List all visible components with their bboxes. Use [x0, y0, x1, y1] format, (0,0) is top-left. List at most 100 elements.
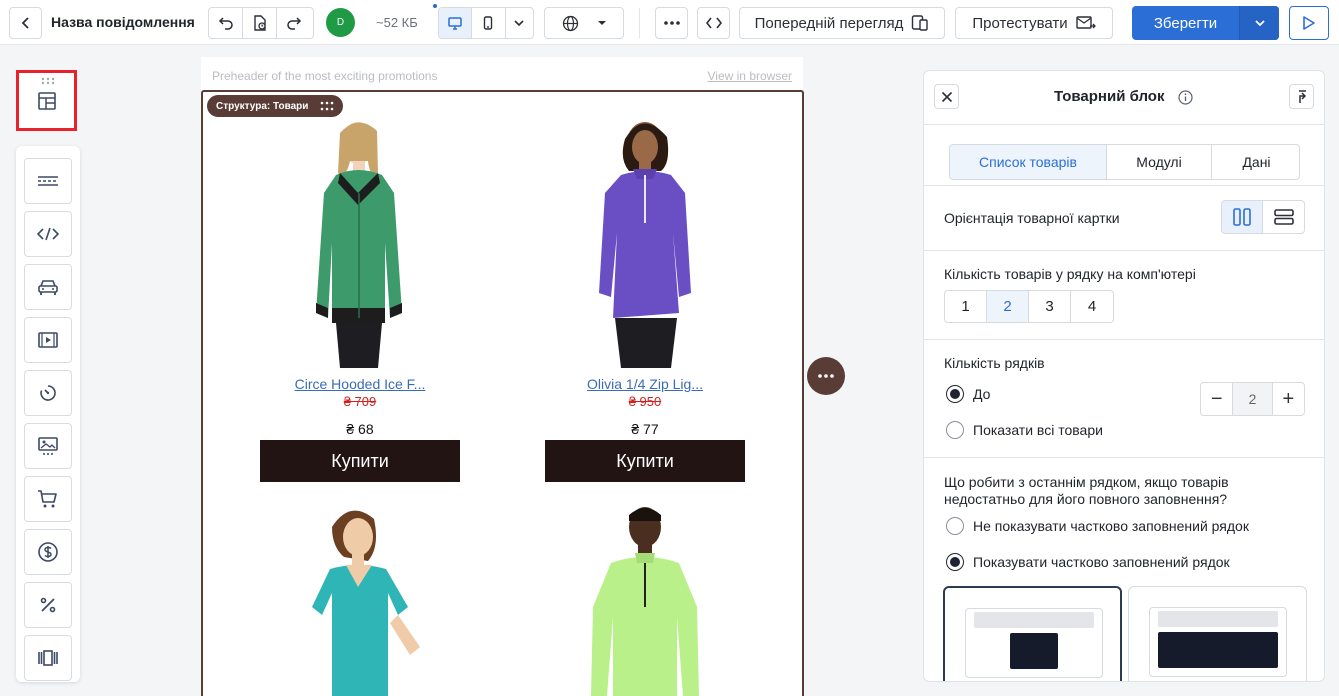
- more-actions-button[interactable]: [655, 7, 688, 39]
- structure-badge[interactable]: Структура: Товари: [207, 95, 343, 117]
- product-old-price: ₴ 950: [628, 394, 662, 409]
- product-name[interactable]: Olivia 1/4 Zip Lig...: [525, 376, 765, 392]
- close-panel-button[interactable]: [934, 84, 959, 109]
- top-toolbar: Назва повідомлення D ~52 КБ Попередній п…: [0, 0, 1339, 45]
- rows-upto-radio[interactable]: До: [946, 385, 990, 403]
- alignment-center-option[interactable]: [943, 586, 1122, 681]
- globe-icon: [562, 15, 578, 31]
- last-row-question: Що робити з останнім рядком, якщо товарі…: [944, 474, 1229, 507]
- close-icon: [941, 91, 952, 102]
- video-block[interactable]: [24, 317, 72, 363]
- message-size: ~52 КБ: [376, 15, 418, 30]
- vehicle-block[interactable]: [24, 264, 72, 310]
- per-row-option-1[interactable]: 1: [945, 291, 987, 322]
- section-divider: [924, 339, 1324, 340]
- undo-button[interactable]: [209, 8, 243, 38]
- video-icon: [38, 332, 58, 348]
- rows-all-radio[interactable]: Показати всі товари: [946, 421, 1103, 439]
- price-block[interactable]: [24, 529, 72, 575]
- message-title[interactable]: Назва повідомлення: [51, 14, 195, 30]
- dollar-icon: [38, 542, 58, 562]
- product-card[interactable]: Olivia 1/4 Zip Lig... ₴ 950 ₴ 77 Купити: [525, 113, 765, 482]
- orientation-vertical-button[interactable]: [1222, 201, 1264, 233]
- desktop-icon: [448, 17, 462, 30]
- banner-block[interactable]: [24, 423, 72, 469]
- product-name[interactable]: Circe Hooded Ice F...: [240, 376, 480, 392]
- arrow-up-icon: [1298, 89, 1306, 103]
- increment-button[interactable]: +: [1273, 383, 1304, 415]
- rows-value[interactable]: 2: [1232, 383, 1273, 415]
- columns-icon: [1233, 208, 1251, 226]
- save-split-button: Зберегти: [1132, 6, 1279, 40]
- product-image[interactable]: [525, 113, 765, 368]
- tab-data[interactable]: Дані: [1212, 145, 1299, 179]
- preview-row-bar: [974, 612, 1094, 628]
- send-button[interactable]: [1289, 6, 1329, 40]
- structure-block-tool[interactable]: [16, 70, 77, 131]
- timer-block[interactable]: [24, 370, 72, 416]
- file-history-icon: [253, 15, 266, 31]
- caret-down-icon: [597, 21, 606, 25]
- history-group: [208, 7, 314, 39]
- avatar[interactable]: D: [326, 8, 355, 37]
- back-button[interactable]: [9, 7, 42, 39]
- last-row-show-label: Показувати частково заповнений рядок: [973, 554, 1230, 570]
- product-card[interactable]: [240, 497, 480, 696]
- code-view-button[interactable]: [697, 7, 730, 39]
- drag-handle-icon[interactable]: [40, 77, 56, 86]
- divider-block[interactable]: [24, 158, 72, 204]
- mobile-view-button[interactable]: [472, 8, 506, 38]
- cart-icon: [38, 490, 57, 508]
- orientation-label: Орієнтація товарної картки: [944, 210, 1120, 226]
- redo-icon: [287, 17, 302, 30]
- more-horizontal-icon: [663, 21, 680, 25]
- versions-button[interactable]: [243, 8, 277, 38]
- orientation-horizontal-button[interactable]: [1263, 201, 1304, 233]
- desktop-view-button[interactable]: [439, 8, 473, 38]
- discount-block[interactable]: [24, 582, 72, 628]
- rows-icon: [1273, 209, 1294, 225]
- view-in-browser-link[interactable]: View in browser: [708, 69, 792, 83]
- last-row-show-radio[interactable]: Показувати частково заповнений рядок: [946, 553, 1230, 571]
- device-dropdown[interactable]: [506, 8, 533, 38]
- preview-button[interactable]: Попередній перегляд: [739, 7, 945, 39]
- block-actions-button[interactable]: [807, 357, 845, 395]
- product-card[interactable]: [525, 497, 765, 696]
- per-row-option-2[interactable]: 2: [987, 291, 1029, 322]
- section-divider: [924, 250, 1324, 251]
- test-button-label: Протестувати: [972, 14, 1068, 32]
- send-mail-icon: [1075, 16, 1096, 29]
- language-dropdown[interactable]: [544, 7, 624, 39]
- carousel-block[interactable]: [24, 635, 72, 681]
- email-canvas[interactable]: Preheader of the most exciting promotion…: [201, 57, 804, 696]
- drag-handle-icon[interactable]: [320, 101, 334, 111]
- rows-stepper: − 2 +: [1200, 382, 1305, 416]
- preheader-text[interactable]: Preheader of the most exciting promotion…: [212, 69, 437, 83]
- save-options-dropdown[interactable]: [1240, 6, 1279, 40]
- section-divider: [924, 457, 1324, 458]
- html-block[interactable]: [24, 211, 72, 257]
- test-button[interactable]: Протестувати: [955, 7, 1113, 39]
- per-row-option-4[interactable]: 4: [1071, 291, 1113, 322]
- select-parent-button[interactable]: [1289, 84, 1314, 109]
- buy-button[interactable]: Купити: [545, 440, 745, 482]
- per-row-option-3[interactable]: 3: [1029, 291, 1071, 322]
- redo-button[interactable]: [277, 8, 311, 38]
- code-brackets-icon: [705, 17, 722, 29]
- alignment-stretch-option[interactable]: [1128, 586, 1307, 681]
- save-button[interactable]: Зберегти: [1132, 6, 1240, 40]
- tab-modules[interactable]: Модулі: [1107, 145, 1212, 179]
- decrement-button[interactable]: −: [1201, 383, 1232, 415]
- product-card[interactable]: Circe Hooded Ice F... ₴ 709 ₴ 68 Купити: [240, 113, 480, 482]
- product-image[interactable]: [240, 113, 480, 368]
- layout-icon: [37, 91, 56, 110]
- buy-button[interactable]: Купити: [260, 440, 460, 482]
- settings-panel: Товарний блок Список товарів Модулі Дані…: [923, 70, 1325, 682]
- car-icon: [38, 280, 58, 295]
- product-image[interactable]: [240, 497, 480, 696]
- tab-products[interactable]: Список товарів: [950, 145, 1107, 179]
- product-image[interactable]: [525, 497, 765, 696]
- last-row-hide-radio[interactable]: Не показувати частково заповнений рядок: [946, 517, 1249, 535]
- cart-block[interactable]: [24, 476, 72, 522]
- info-icon[interactable]: [1178, 90, 1193, 105]
